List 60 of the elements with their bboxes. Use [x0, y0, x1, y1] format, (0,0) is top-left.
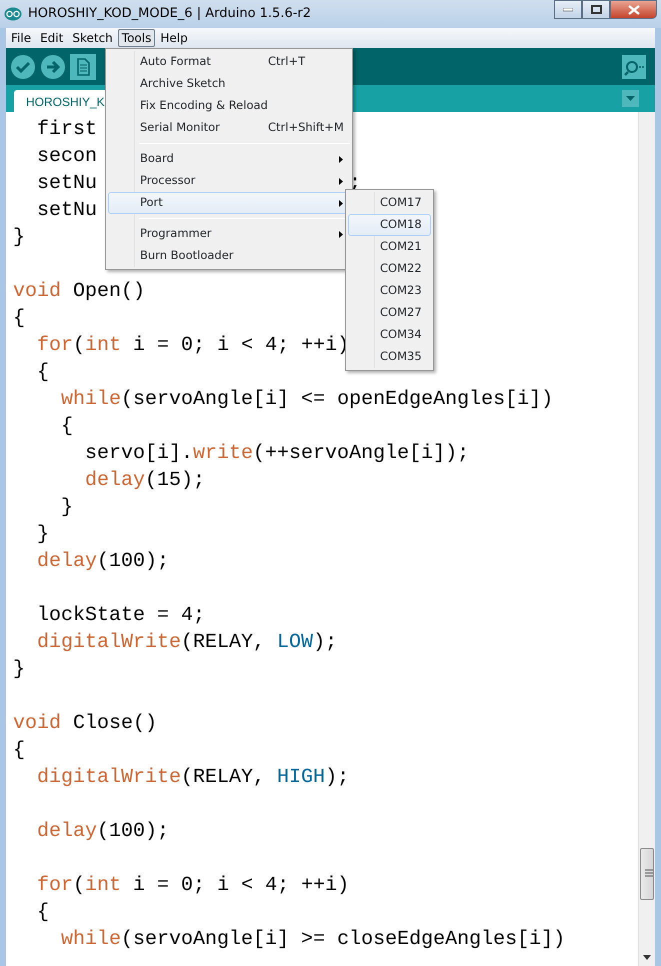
app-logo-icon: [4, 7, 22, 21]
code-line: for(int i = 0; i < 4; ++i): [36, 874, 350, 897]
code-line: digitalWrite(RELAY, HIGH);: [36, 766, 350, 789]
scrollbar-thumb[interactable]: [640, 848, 654, 900]
code-line: delay(15);: [84, 469, 206, 492]
code-line: lockState = 4;: [36, 604, 206, 627]
verify-button[interactable]: [10, 54, 36, 80]
code-line: delay(100);: [36, 820, 170, 843]
shortcut-label: Ctrl+Shift+M: [268, 119, 344, 136]
close-icon: [628, 4, 640, 14]
code-line: }: [60, 496, 74, 519]
menu-item[interactable]: COM35: [348, 346, 431, 368]
menu-item[interactable]: Processor: [108, 170, 350, 192]
menu-item[interactable]: Tools: [118, 29, 156, 47]
code-line: {: [13, 307, 26, 330]
window-title: HOROSHIY_KOD_MODE_6 | Arduino 1.5.6-r2: [28, 5, 312, 24]
menu-item[interactable]: COM23: [348, 280, 431, 302]
code-line: first: [36, 118, 98, 141]
code-line: delay(100);: [36, 550, 170, 573]
menu-item[interactable]: COM21: [348, 236, 431, 258]
code-line: {: [36, 901, 50, 924]
menu-item[interactable]: COM34: [348, 324, 431, 346]
code-line: void Open(): [13, 280, 146, 303]
scrollbar[interactable]: [638, 112, 655, 966]
tab-menu-button[interactable]: [622, 90, 639, 107]
code-line: {: [36, 361, 50, 384]
menu-item[interactable]: Board: [108, 148, 350, 170]
maximize-icon: [590, 5, 602, 14]
menu-item[interactable]: File: [7, 29, 36, 47]
serial-monitor-button[interactable]: [621, 54, 647, 80]
code-line: setNu: [36, 172, 98, 195]
code-line: digitalWrite(RELAY, LOW);: [36, 631, 338, 654]
menu-item[interactable]: COM18: [348, 214, 431, 236]
minimize-icon: [563, 8, 573, 12]
scroll-down-icon[interactable]: [643, 955, 651, 960]
menu-item[interactable]: Edit: [36, 29, 68, 47]
code-line: while(servoAngle[i] >= closeEdgeAngles[i]): [60, 928, 566, 951]
menu-item[interactable]: COM22: [348, 258, 431, 280]
minimize-button[interactable]: [554, 0, 582, 19]
menu-item[interactable]: Help: [156, 29, 192, 47]
maximize-button[interactable]: [582, 0, 610, 19]
menu-item[interactable]: COM17: [348, 192, 431, 214]
code-line: secon: [36, 145, 98, 168]
close-button[interactable]: [610, 0, 657, 19]
code-line: {: [13, 739, 26, 762]
code-line: servo[i].write(++servoAngle[i]);: [84, 442, 470, 465]
code-line: void Close(): [13, 712, 158, 735]
code-line: }: [13, 658, 26, 681]
new-file-button[interactable]: [70, 54, 96, 80]
code-line: {: [60, 415, 74, 438]
shortcut-label: Ctrl+T: [268, 53, 306, 70]
code-line: }: [36, 523, 50, 546]
code-line: }: [13, 226, 26, 249]
code-line: setNu: [36, 199, 98, 222]
code-line: for(int i = 0; i < 4; ++i): [36, 334, 350, 357]
menu-item[interactable]: Sketch: [68, 29, 117, 47]
menu-item[interactable]: Serial Monitor Ctrl+Shift+M: [108, 117, 350, 139]
menu-item[interactable]: COM27: [348, 302, 431, 324]
code-line: while(servoAngle[i] <= openEdgeAngles[i]): [60, 388, 554, 411]
upload-button[interactable]: [40, 54, 66, 80]
